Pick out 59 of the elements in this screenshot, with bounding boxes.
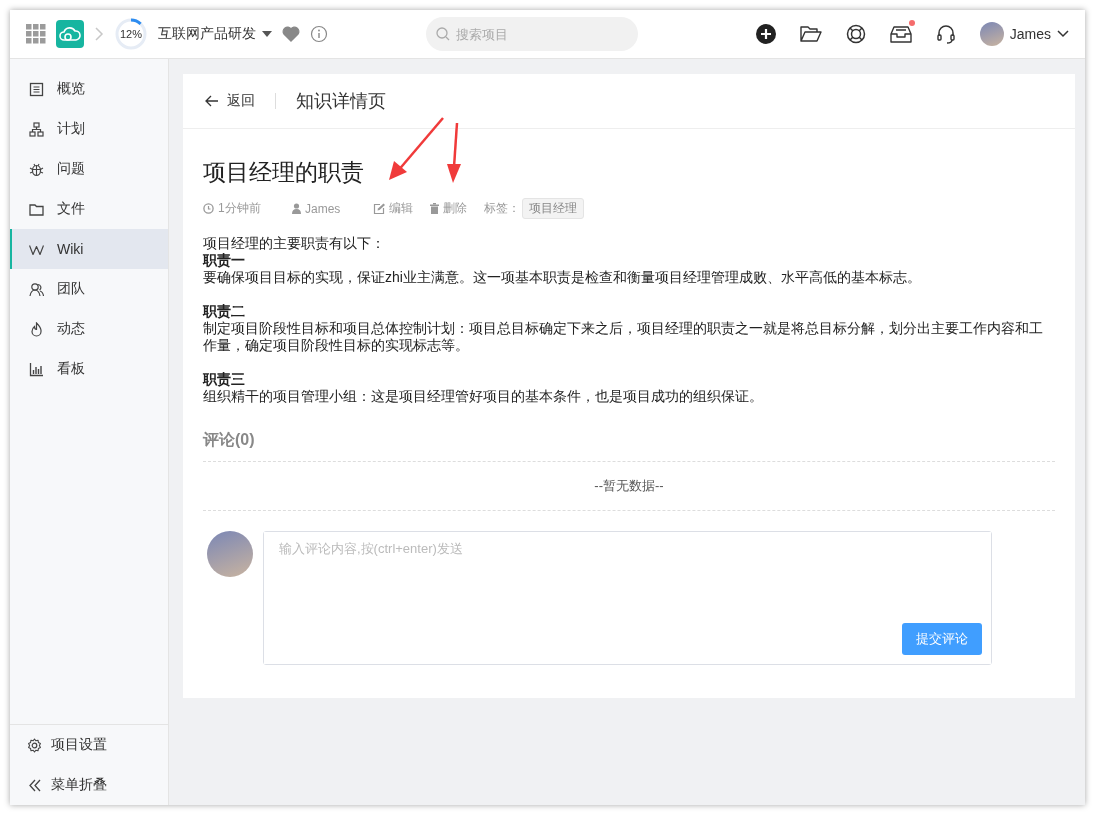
apps-grid-icon[interactable] [26, 24, 46, 44]
article-title: 项目经理的职责 [203, 158, 365, 187]
sidebar-item[interactable]: 团队 [10, 269, 168, 309]
folder-icon[interactable] [799, 25, 822, 43]
article-paragraph: 项目经理的主要职责有以下： [203, 235, 386, 252]
edit-icon [373, 203, 385, 214]
lifebuoy-icon[interactable] [845, 24, 866, 44]
user-avatar[interactable] [979, 22, 1004, 46]
inbox-icon[interactable] [889, 24, 912, 44]
page-title: 知识详情页 [296, 90, 386, 113]
dropdown-caret-icon[interactable] [262, 31, 272, 37]
menu-item-icon [29, 161, 44, 177]
project-name[interactable]: 互联网产品研发 [158, 25, 256, 43]
add-icon[interactable] [755, 24, 776, 44]
tag-chip: 项目经理 [522, 198, 584, 219]
article-paragraph: 组织精干的项目管理小组：这是项目经理管好项目的基本条件，也是项目成功的组织保证。 [203, 388, 764, 405]
search-icon [436, 27, 450, 41]
empty-state-text: --暂无数据-- [594, 478, 664, 493]
back-link[interactable]: 返回 [205, 92, 255, 110]
sidebar-item[interactable]: 问题 [10, 149, 168, 189]
menu-item-icon [29, 361, 44, 377]
menu-item-icon [29, 121, 44, 137]
section-heading: 职责一 [203, 252, 246, 269]
sidebar-item[interactable]: 概览 [10, 69, 168, 109]
trash-icon [430, 203, 439, 214]
info-icon[interactable] [310, 25, 328, 43]
menu-item-icon [29, 321, 44, 337]
user-name[interactable]: James [1009, 26, 1051, 42]
heart-icon[interactable] [282, 26, 300, 42]
sidebar-footer-item[interactable]: 项目设置 [10, 725, 168, 765]
cloud-logo-icon[interactable] [56, 20, 84, 48]
menu-item-icon [29, 281, 44, 297]
settings-icon [27, 737, 42, 753]
headset-icon[interactable] [935, 24, 956, 44]
sidebar-item[interactable]: 计划 [10, 109, 168, 149]
double-chevron-left-icon [27, 777, 42, 793]
author-name: James [305, 201, 341, 216]
clock-icon [203, 203, 214, 214]
comments-heading: 评论(0) [203, 420, 1055, 462]
arrow-left-icon [205, 95, 219, 107]
sidebar-item[interactable]: 看板 [10, 349, 168, 389]
search-field[interactable]: 搜索项目 [426, 17, 638, 51]
chevron-right-icon [94, 26, 104, 42]
section-heading: 职责三 [203, 371, 246, 388]
tags-label: 标签： [484, 200, 520, 217]
chevron-down-icon[interactable] [1057, 30, 1069, 38]
post-time: 1分钟前 [218, 200, 261, 217]
article-paragraph: 要确保项目目标的实现，保证zhi业主满意。这一项基本职责是检查和衡量项目经理管理成败、水平高低的基本标志。 [203, 269, 922, 286]
progress-percent: 12% [119, 27, 143, 42]
sidebar-footer-item[interactable]: 菜单折叠 [10, 765, 168, 805]
sidebar-item[interactable]: 动态 [10, 309, 168, 349]
person-icon [292, 203, 301, 214]
menu-item-icon [29, 201, 44, 217]
sidebar-item[interactable]: 文件 [10, 189, 168, 229]
user-avatar [207, 531, 253, 577]
section-heading: 职责二 [203, 303, 246, 320]
article-paragraph: 制定项目阶段性目标和项目总体控制计划：项目总目标确定下来之后，项目经理的职责之一就是将总目标分解，划分出主要工作内容和工作量，确定项目阶段性目标的实现标志等。 [203, 320, 1044, 354]
menu-item-icon [29, 81, 44, 97]
sidebar-item[interactable]: Wiki [10, 229, 168, 269]
